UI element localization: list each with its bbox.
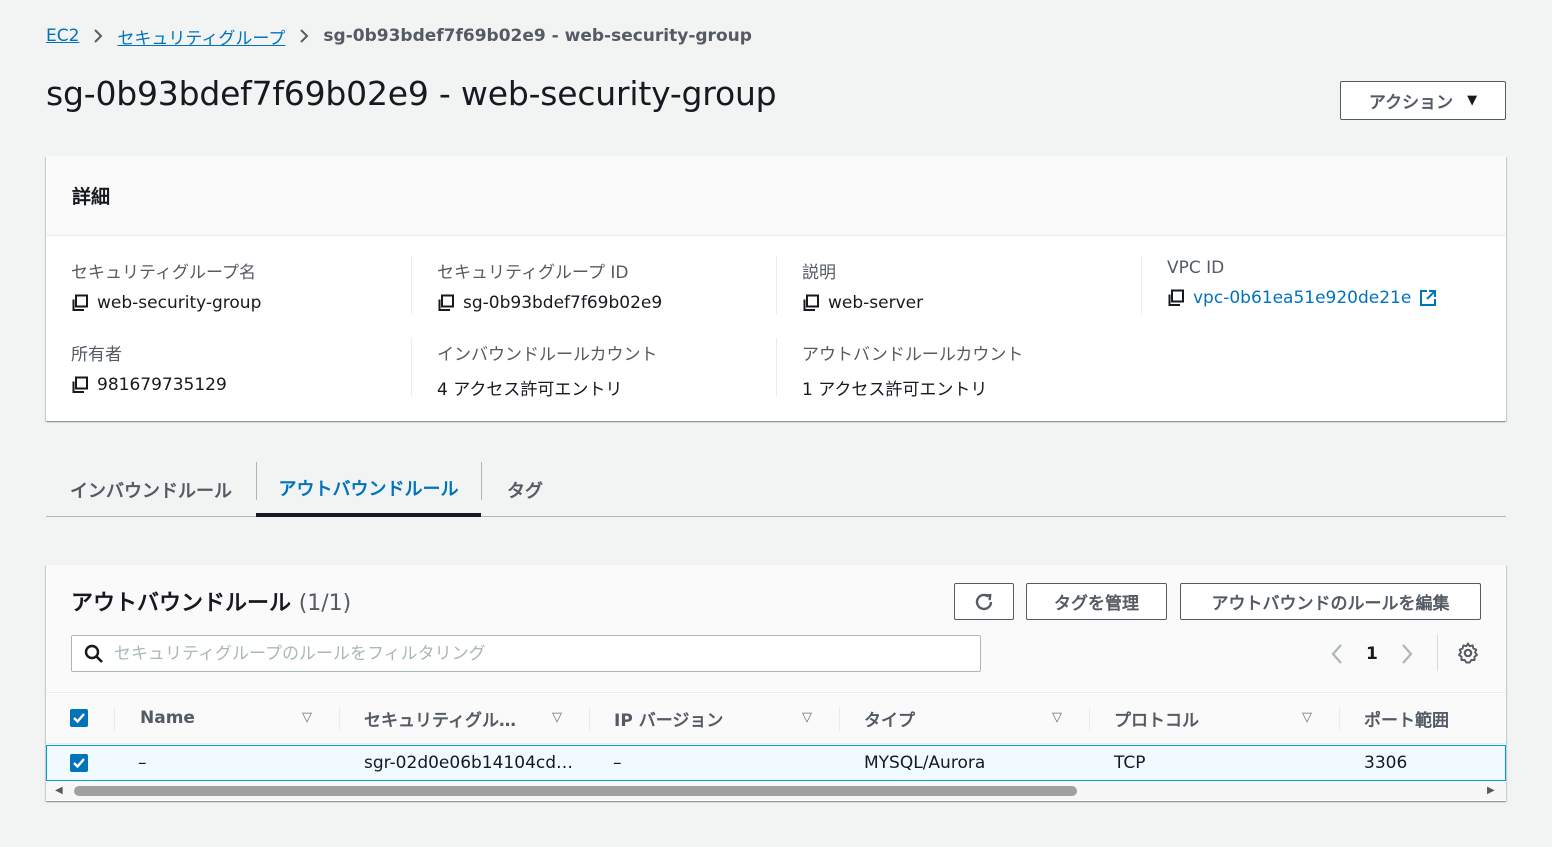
sort-icon[interactable]: ▽	[1302, 710, 1312, 725]
cell-name: –	[138, 753, 147, 773]
sg-id-label: セキュリティグループ ID	[437, 263, 629, 283]
column-divider	[839, 707, 840, 731]
actions-label: アクション	[1368, 93, 1454, 113]
column-header-name[interactable]: Name	[140, 693, 195, 743]
sort-icon[interactable]: ▽	[802, 710, 812, 725]
outbound-count-field: アウトバンドルールカウント 1 アクセス許可エントリ	[802, 340, 1142, 400]
sort-icon[interactable]: ▽	[302, 710, 312, 725]
gear-icon[interactable]	[1456, 641, 1480, 665]
scrollbar-thumb[interactable]	[74, 786, 1077, 796]
column-divider	[114, 707, 115, 731]
scroll-right-icon[interactable]: ▶	[1487, 785, 1495, 796]
chevron-left-icon[interactable]	[1330, 643, 1344, 665]
description-value: web-server	[828, 293, 924, 313]
tab-tags[interactable]: タグ	[482, 462, 568, 517]
caret-down-icon: ▼	[1467, 93, 1478, 108]
vpc-id-field: VPC ID vpc-0b61ea51e920de21e	[1167, 258, 1507, 308]
sort-icon[interactable]: ▽	[552, 710, 562, 725]
owner-field: 所有者 981679735129	[71, 340, 411, 395]
search-icon	[84, 644, 103, 663]
column-header-protocol[interactable]: プロトコル	[1114, 693, 1199, 743]
table-row[interactable]: – sgr-02d0e06b14104cd… – MYSQL/Aurora TC…	[46, 745, 1506, 781]
scroll-left-icon[interactable]: ◀	[55, 785, 63, 796]
search-input[interactable]	[114, 643, 964, 664]
outbound-count-label: アウトバンドルールカウント	[802, 345, 1024, 365]
vpc-id-label: VPC ID	[1167, 258, 1225, 278]
horizontal-scrollbar[interactable]: ◀ ▶	[46, 782, 1506, 800]
cell-port-range: 3306	[1364, 753, 1408, 773]
breadcrumb-current: sg-0b93bdef7f69b02e9 - web-security-grou…	[323, 26, 752, 46]
inbound-count-field: インバウンドルールカウント 4 アクセス許可エントリ	[437, 340, 777, 400]
rules-title: アウトバウンドルール (1/1)	[71, 585, 351, 617]
checkbox-checked-icon	[70, 754, 88, 772]
chevron-right-icon	[93, 28, 103, 44]
pagination: 1	[1330, 639, 1414, 669]
owner-value: 981679735129	[97, 375, 227, 395]
owner-label: 所有者	[71, 345, 122, 365]
description-field: 説明 web-server	[802, 258, 1142, 313]
column-header-port-range[interactable]: ポート範囲	[1364, 693, 1449, 743]
breadcrumb: EC2 セキュリティグループ sg-0b93bdef7f69b02e9 - we…	[46, 24, 752, 49]
column-divider	[589, 707, 590, 731]
details-grid: セキュリティグループ名 web-security-group セキュリティグルー…	[46, 236, 1506, 420]
rules-title-text: アウトバウンドルール	[71, 591, 292, 616]
sg-id-field: セキュリティグループ ID sg-0b93bdef7f69b02e9	[437, 258, 777, 313]
copy-icon[interactable]	[802, 294, 820, 312]
page-title: sg-0b93bdef7f69b02e9 - web-security-grou…	[46, 74, 777, 113]
chevron-right-icon[interactable]	[1400, 643, 1414, 665]
refresh-icon	[975, 593, 993, 610]
tab-inbound-rules[interactable]: インバウンドルール	[46, 462, 256, 517]
sg-name-field: セキュリティグループ名 web-security-group	[71, 258, 411, 313]
table-header: Name ▽ セキュリティグル… ▽ IP バージョン ▽ タイプ ▽ プロトコ…	[46, 692, 1506, 744]
divider	[411, 338, 412, 396]
vpc-id-link[interactable]: vpc-0b61ea51e920de21e	[1193, 288, 1411, 308]
chevron-right-icon	[299, 28, 309, 44]
inbound-count-value: 4 アクセス許可エントリ	[437, 380, 623, 400]
copy-icon[interactable]	[71, 294, 89, 312]
details-panel: 詳細 セキュリティグループ名 web-security-group セキュリティ…	[46, 156, 1506, 421]
pager-divider	[1437, 635, 1438, 671]
search-box	[71, 635, 981, 672]
cell-sg-rule-id: sgr-02d0e06b14104cd…	[364, 753, 574, 773]
rules-header: アウトバウンドルール (1/1) タグを管理 アウトバウンドのルールを編集 1	[46, 565, 1506, 691]
actions-dropdown-button[interactable]: アクション ▼	[1340, 81, 1506, 120]
sg-id-value: sg-0b93bdef7f69b02e9	[463, 293, 663, 313]
description-label: 説明	[802, 263, 836, 283]
breadcrumb-security-groups-link[interactable]: セキュリティグループ	[117, 24, 285, 49]
breadcrumb-ec2-link[interactable]: EC2	[46, 26, 79, 46]
column-divider	[1089, 707, 1090, 731]
details-heading: 詳細	[46, 156, 1506, 236]
outbound-rules-panel: アウトバウンドルール (1/1) タグを管理 アウトバウンドのルールを編集 1 …	[46, 565, 1506, 801]
copy-icon[interactable]	[71, 376, 89, 394]
column-header-type[interactable]: タイプ	[864, 693, 915, 743]
edit-outbound-rules-button[interactable]: アウトバウンドのルールを編集	[1180, 583, 1481, 620]
column-header-sg-rule-id[interactable]: セキュリティグル…	[364, 693, 516, 743]
tab-bar: インバウンドルール アウトバウンドルール タグ	[46, 462, 1506, 517]
page-number[interactable]: 1	[1366, 644, 1378, 664]
column-divider	[1339, 707, 1340, 731]
sg-name-value: web-security-group	[97, 293, 262, 313]
copy-icon[interactable]	[1167, 289, 1185, 307]
refresh-button[interactable]	[954, 583, 1014, 620]
cell-protocol: TCP	[1114, 753, 1146, 773]
rules-count: (1/1)	[298, 591, 352, 616]
column-header-ip-version[interactable]: IP バージョン	[614, 693, 723, 743]
external-link-icon[interactable]	[1419, 289, 1437, 307]
sort-icon[interactable]: ▽	[1052, 710, 1062, 725]
manage-tags-button[interactable]: タグを管理	[1026, 583, 1167, 620]
sg-name-label: セキュリティグループ名	[71, 263, 256, 283]
outbound-count-value: 1 アクセス許可エントリ	[802, 380, 988, 400]
inbound-count-label: インバウンドルールカウント	[437, 345, 658, 365]
cell-ip-version: –	[613, 753, 622, 773]
divider	[411, 256, 412, 314]
row-checkbox[interactable]	[70, 746, 88, 780]
column-divider	[339, 707, 340, 731]
checkbox-checked-icon	[70, 709, 88, 727]
select-all-checkbox[interactable]	[70, 693, 88, 743]
tab-outbound-rules[interactable]: アウトバウンドルール	[256, 462, 481, 517]
cell-type: MYSQL/Aurora	[864, 753, 986, 773]
copy-icon[interactable]	[437, 294, 455, 312]
